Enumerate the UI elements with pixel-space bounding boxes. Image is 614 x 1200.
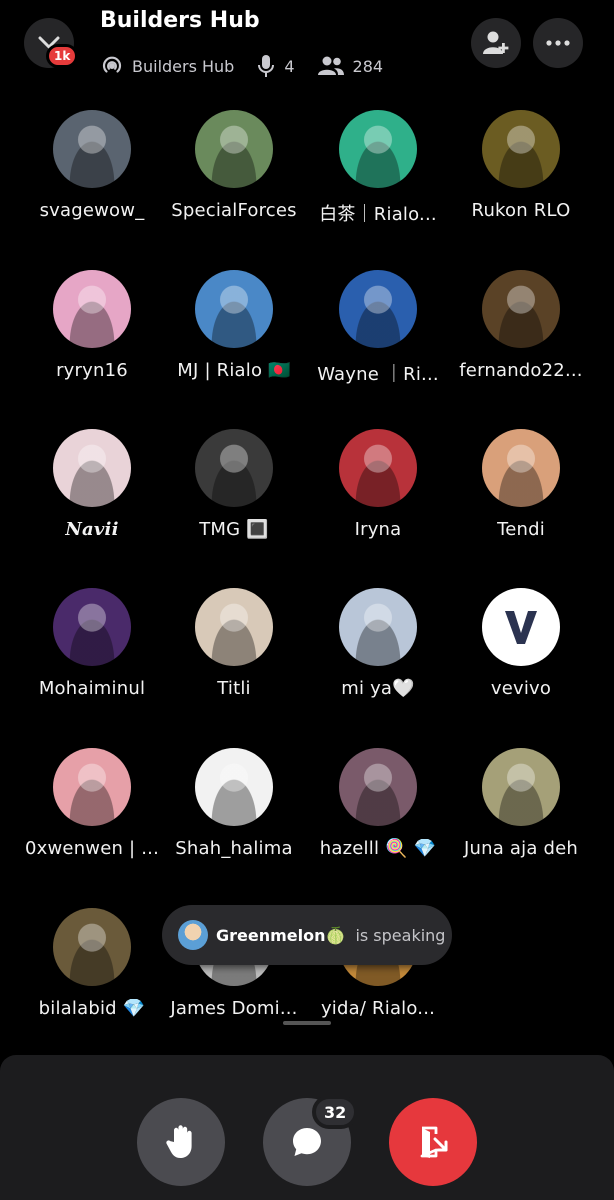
participant-tile[interactable]: 0xwenwen | ... [17,748,167,888]
server-name: Builders Hub [132,56,235,76]
letter-v-icon [505,611,537,644]
participant-tile[interactable]: Navii [17,429,167,569]
participant-name: Mohaiminul [38,678,146,699]
cartoon-boy-avatar [195,270,273,348]
stage-header: 1k Builders Hub Builders Hub 4 284 [0,0,614,100]
participant-tile[interactable]: Juna aja deh [446,748,596,888]
participant-name: 白茶｜Rialo... [319,204,437,225]
participant-name: hazelll 🍭 💎 [319,838,437,859]
participant-tile[interactable]: SpecialForces [159,110,309,250]
curly-hair-avatar [195,429,273,507]
speaking-toast: Greenmelon🍈 is speaking [162,905,452,965]
scroll-indicator [283,1021,331,1025]
speaker-avatar [178,920,208,950]
letter-v-avatar [482,588,560,666]
invite-button[interactable] [471,18,521,68]
participant-name: Navii [65,519,119,540]
participant-name: mi ya🤍 [341,678,415,699]
stage-info: Builders Hub 4 284 [100,52,405,80]
participant-tile[interactable]: 白茶｜Rialo... [303,110,453,250]
participant-tile[interactable]: TMG 🔳 [159,429,309,569]
participant-tile[interactable]: mi ya🤍 [303,588,453,728]
participant-name: Shah_halima [175,838,293,859]
stage-channel-icon [102,56,122,73]
participant-name: Wayne ｜Ri... [317,364,439,385]
flower-girl-avatar [482,429,560,507]
listener-count: 284 [317,55,384,77]
participant-tile[interactable]: hazelll 🍭 💎 [303,748,453,888]
anime-girl-avatar [53,270,131,348]
speaker-name: Greenmelon🍈 [216,925,346,945]
listener-count-value: 284 [352,56,384,76]
eagle-avatar [482,270,560,348]
participant-tile[interactable]: MJ | Rialo 🇧🇩 [159,270,309,410]
participant-tile[interactable]: bilalabid 💎 [17,908,167,1048]
participant-tile[interactable]: Tendi [446,429,596,569]
skeleton-wizard-avatar [339,110,417,188]
page-title: Builders Hub [100,8,260,33]
pixel-penguin-avatar [195,748,273,826]
curly-girl-avatar [195,588,273,666]
leave-icon [420,1126,448,1158]
participant-name: fernando22... [459,360,583,381]
participant-name: yida/ Rialo... [320,998,436,1019]
participant-tile[interactable]: Mohaiminul [17,588,167,728]
participant-tile[interactable]: svagewow_ [17,110,167,250]
participant-name: TMG 🔳 [199,519,269,540]
participant-name: vevivo [490,678,552,699]
chat-bubble-icon [293,1128,321,1156]
participant-tile[interactable]: Titli [159,588,309,728]
participant-tile[interactable]: vevivo [446,588,596,728]
server-info: Builders Hub [100,54,234,78]
participant-name: Iryna [354,519,402,540]
raise-hand-button[interactable] [137,1098,225,1186]
participant-name: Juna aja deh [464,838,578,859]
participant-tile[interactable]: fernando22... [446,270,596,410]
participant-tile[interactable]: Wayne ｜Ri... [303,270,453,410]
more-options-button[interactable] [533,18,583,68]
participant-tile[interactable]: Iryna [303,429,453,569]
participant-name: svagewow_ [39,200,145,221]
participant-name: James Domi... [170,998,298,1019]
bear-hood-avatar [482,748,560,826]
cartoon-glasses-avatar [339,270,417,348]
cartoon-girl-avatar [339,748,417,826]
speaking-status: is speaking [355,925,446,945]
people-icon [317,56,344,75]
monster-avatar [53,110,131,188]
anime-glasses-girl-avatar [53,429,131,507]
participant-name: 0xwenwen | ... [25,838,159,859]
speaker-count: 4 [256,54,295,78]
anime-red-avatar [339,429,417,507]
participant-tile[interactable]: Shah_halima [159,748,309,888]
cat-sunglasses-avatar [53,908,131,986]
chat-count-badge: 32 [312,1095,359,1129]
white-dress-avatar [339,588,417,666]
participant-name: Tendi [497,519,545,540]
speaker-count-value: 4 [284,56,295,76]
add-user-icon [483,31,509,54]
silhouette-avatar [53,588,131,666]
participant-name: ryryn16 [56,360,128,381]
participant-name: Rukon RLO [471,200,571,221]
participant-name: bilalabid 💎 [38,998,146,1019]
participant-name: Titli [217,678,251,699]
participant-name: MJ | Rialo 🇧🇩 [177,360,291,381]
man-avatar [195,110,273,188]
hand-icon [166,1125,192,1158]
participant-tile[interactable]: ryryn16 [17,270,167,410]
microphone-icon [258,55,275,77]
participant-name: SpecialForces [171,200,297,221]
leave-stage-button[interactable] [389,1098,477,1186]
notification-badge: 1k [46,44,79,68]
spiral-avatar [482,110,560,188]
more-icon [546,40,570,46]
participant-tile[interactable]: Rukon RLO [446,110,596,250]
cat-ears-avatar [53,748,131,826]
